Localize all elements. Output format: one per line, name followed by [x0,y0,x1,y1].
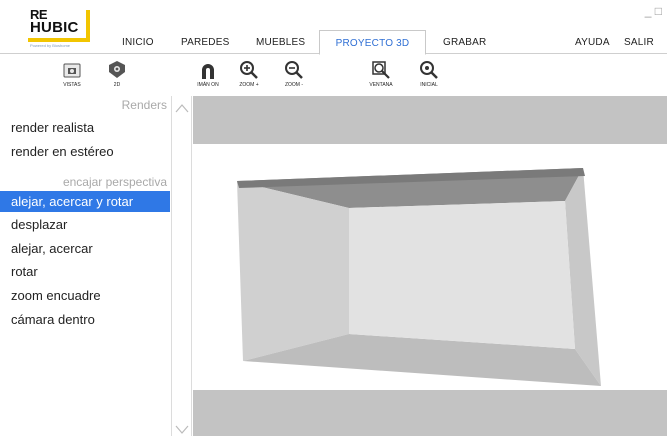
menu-grabar[interactable]: GRABAR [443,37,486,48]
list-item-render-realista[interactable]: render realista [0,117,170,138]
chevron-down-icon[interactable] [175,422,189,434]
chevron-up-icon[interactable] [175,100,189,113]
camera-icon [50,59,94,81]
tool-iman-label: IMÁN ON [197,82,219,88]
app-window: RE HUBIC Powered by Bioshome INICIO PARE… [0,0,667,436]
minimize-button[interactable]: _ [645,4,652,18]
window-controls: _ □ [645,4,662,18]
tool-2d-label: 2D [113,82,121,88]
tool-ventana[interactable]: VENTANA [359,59,403,93]
list-item-alejar-acercar-rotar[interactable]: alejar, acercar y rotar [0,191,170,212]
section-renders-heading: Renders [121,98,167,112]
logo-bar-vertical [86,10,90,40]
menu-proyecto-3d[interactable]: PROYECTO 3D [319,30,426,55]
tool-zoom-in-label: ZOOM + [239,82,259,88]
room-3d-render [237,168,601,386]
logo-tagline: Powered by Bioshome [30,43,71,48]
zoom-out-icon [272,59,316,81]
tool-zoom-in[interactable]: ZOOM + [227,59,271,93]
tool-2d[interactable]: 2D [95,59,139,93]
tool-inicial[interactable]: INICIAL [407,59,451,93]
magnet-icon [186,59,230,81]
3d-viewport[interactable] [193,96,667,436]
tool-ventana-label: VENTANA [369,82,393,88]
list-item-desplazar[interactable]: desplazar [0,214,170,235]
tool-vistas[interactable]: VISTAS [50,59,94,93]
zoom-reset-icon [407,59,451,81]
menu-inicio[interactable]: INICIO [122,37,154,48]
list-item-zoom-encuadre[interactable]: zoom encuadre [0,285,170,306]
room-left-wall [237,181,349,361]
list-item-alejar-acercar[interactable]: alejar, acercar [0,238,170,259]
list-item-render-estereo[interactable]: render en estéreo [0,141,170,162]
room-back-wall [349,201,575,349]
app-logo: RE HUBIC Powered by Bioshome [28,8,92,48]
tool-zoom-out[interactable]: ZOOM - [272,59,316,93]
logo-bar-horizontal [28,38,90,42]
tool-vistas-label: VISTAS [63,82,81,88]
tool-zoom-out-label: ZOOM - [284,82,304,88]
tool-iman[interactable]: IMÁN ON [186,59,230,93]
zoom-window-icon [359,59,403,81]
toolbar: VISTAS 2D IMÁN ON ZOOM + ZOOM - VENTANA … [0,55,667,95]
eye-2d-icon [95,59,139,81]
tool-inicial-label: INICIAL [420,82,438,88]
section-perspective-heading: encajar perspectiva [62,175,167,189]
zoom-in-icon [227,59,271,81]
left-panel: Renders render realista render en estére… [0,96,172,436]
menu-paredes[interactable]: PAREDES [181,37,229,48]
maximize-button[interactable]: □ [655,4,662,18]
menu-bar: RE HUBIC Powered by Bioshome INICIO PARE… [0,0,667,55]
menu-muebles[interactable]: MUEBLES [256,37,305,48]
list-item-rotar[interactable]: rotar [0,261,170,282]
menu-ayuda[interactable]: AYUDA [575,37,610,48]
menu-salir[interactable]: SALIR [624,37,654,48]
left-panel-scrollbar[interactable] [172,96,192,436]
menu-proyecto-3d-label: PROYECTO 3D [335,38,410,49]
list-item-camara-dentro[interactable]: cámara dentro [0,309,170,330]
logo-line2: HUBIC [30,19,79,36]
